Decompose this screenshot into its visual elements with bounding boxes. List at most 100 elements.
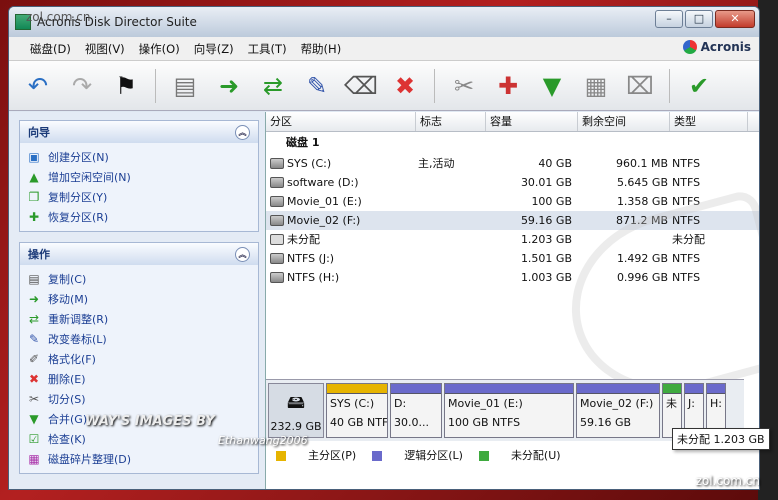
watermark-ways: WAY'S IMAGES BY: [85, 414, 215, 429]
sidebar-item-move[interactable]: ➜ 移动(M): [26, 289, 252, 309]
partition-flag: 主,活动: [418, 157, 455, 170]
hard-disk-icon: 🖴: [286, 392, 306, 413]
sidebar-item-recover-partition[interactable]: ✚ 恢复分区(R): [26, 207, 252, 227]
move-icon[interactable]: ⇄: [254, 67, 292, 105]
split-icon[interactable]: ✂: [445, 67, 483, 105]
legend-unallocated: 未分配(U): [478, 447, 561, 463]
col-free[interactable]: 剩余空间: [578, 112, 670, 131]
menu-wizards[interactable]: 向导(Z): [187, 41, 241, 57]
legend-swatch: [372, 451, 383, 461]
maximize-button[interactable]: □: [685, 10, 713, 28]
partition-flag: [416, 173, 492, 192]
legend-swatch: [478, 451, 489, 461]
segment-color-bar: [707, 384, 725, 394]
clean-icon[interactable]: ⌧: [621, 67, 659, 105]
menu-disk[interactable]: 磁盘(D): [23, 41, 78, 57]
resize-icon[interactable]: ➜: [210, 67, 248, 105]
sidebar-item-copy-partition[interactable]: ❐ 复制分区(Y): [26, 187, 252, 207]
sidebar-item-resize[interactable]: ⇄ 重新调整(R): [26, 309, 252, 329]
sidebar-item-copy[interactable]: ▤ 复制(C): [26, 269, 252, 289]
merge-icon: ▼: [29, 412, 39, 426]
legend-label: 未分配(U): [510, 449, 561, 462]
segment-line1: J:: [688, 397, 695, 410]
disk-summary[interactable]: 🖴 232.9 GB: [268, 383, 324, 438]
sidebar-item-create-partition[interactable]: ▣ 创建分区(N): [26, 147, 252, 167]
segment-c[interactable]: SYS (C:) 40 GB NTFS: [326, 383, 388, 438]
segment-color-bar: [327, 384, 387, 394]
sidebar-item-label: 移动(M): [48, 293, 89, 306]
undo-icon[interactable]: ↶: [19, 67, 57, 105]
segment-d[interactable]: D: 30.0...: [390, 383, 442, 438]
wizards-group: 向导 ︽ ▣ 创建分区(N) ▲ 增加空闲空间(N) ❐ 复制分区(Y) ✚ 恢复分区(…: [19, 120, 259, 232]
minimize-button[interactable]: –: [655, 10, 683, 28]
redo-icon[interactable]: ↷: [63, 67, 101, 105]
menu-operations[interactable]: 操作(O): [132, 41, 187, 57]
create-partition-icon: ▣: [28, 150, 40, 164]
segment-line1: 未: [666, 397, 677, 410]
partition-name: software (D:): [287, 176, 359, 189]
segment-f[interactable]: Movie_02 (F:) 59.16 GB: [576, 383, 660, 438]
format-icon: ✐: [28, 352, 40, 366]
delete-icon[interactable]: ✖: [386, 67, 424, 105]
partition-free: 5.645 GB: [616, 176, 668, 189]
segment-color-bar: [391, 384, 441, 394]
menu-tools[interactable]: 工具(T): [241, 41, 294, 57]
operations-header[interactable]: 操作 ︽: [20, 243, 258, 265]
disk-label[interactable]: 磁盘 1: [266, 132, 759, 154]
segment-color-bar: [577, 384, 659, 394]
label-icon: ✎: [28, 332, 40, 346]
sidebar-item-add-space[interactable]: ▲ 增加空闲空间(N): [26, 167, 252, 187]
sidebar-item-split[interactable]: ✂ 切分(S): [26, 389, 252, 409]
sidebar-item-label[interactable]: ✎ 改变卷标(L): [26, 329, 252, 349]
wizards-header[interactable]: 向导 ︽: [20, 121, 258, 143]
close-button[interactable]: ✕: [715, 10, 755, 28]
col-partition[interactable]: 分区: [266, 112, 416, 131]
commit-flag-icon[interactable]: ⚑: [107, 67, 145, 105]
format-icon[interactable]: ⌫: [342, 67, 380, 105]
split-icon: ✂: [28, 392, 40, 406]
partition-type: NTFS: [672, 157, 701, 170]
apply-icon[interactable]: ✔: [680, 67, 718, 105]
sidebar-item-delete[interactable]: ✖ 删除(E): [26, 369, 252, 389]
disk-size: 232.9 GB: [270, 420, 322, 433]
col-type[interactable]: 类型: [670, 112, 748, 131]
change-label-icon[interactable]: ✎: [298, 67, 336, 105]
partition-flag: [416, 249, 492, 268]
partition-capacity: 1.003 GB: [520, 271, 572, 284]
partition-capacity: 100 GB: [531, 195, 572, 208]
drive-icon: [270, 158, 284, 169]
legend-primary: 主分区(P): [276, 447, 356, 463]
content-area: 向导 ︽ ▣ 创建分区(N) ▲ 增加空闲空间(N) ❐ 复制分区(Y) ✚ 恢复分区(…: [9, 112, 759, 489]
sidebar-item-text: 合并(G): [48, 413, 88, 426]
drive-icon: [270, 215, 284, 226]
sidebar-item-format[interactable]: ✐ 格式化(F): [26, 349, 252, 369]
partition-flag: [416, 192, 492, 211]
segment-e[interactable]: Movie_01 (E:) 100 GB NTFS: [444, 383, 574, 438]
table-row[interactable]: software (D:) 30.01 GB 5.645 GB NTFS: [266, 173, 759, 192]
sidebar-item-label: 创建分区(N): [48, 151, 109, 164]
check-icon[interactable]: ▼: [533, 67, 571, 105]
toolbar: ↶ ↷ ⚑ ▤ ➜ ⇄ ✎ ⌫ ✖ ✂ ✚ ▼ ▦ ⌧ ✔: [9, 61, 759, 111]
col-capacity[interactable]: 容量: [486, 112, 578, 131]
wizards-title: 向导: [28, 126, 50, 139]
segment-color-bar: [685, 384, 703, 394]
sidebar-item-label: 复制(C): [48, 273, 87, 286]
table-row[interactable]: SYS (C:) 主,活动 40 GB 960.1 MB NTFS: [266, 154, 759, 173]
brand-logo: Acronis: [682, 40, 751, 54]
collapse-icon[interactable]: ︽: [235, 124, 250, 140]
merge-icon[interactable]: ✚: [489, 67, 527, 105]
menu-help[interactable]: 帮助(H): [294, 41, 349, 57]
watermark-author: Ethanwang2006: [218, 434, 308, 447]
collapse-icon[interactable]: ︽: [235, 246, 250, 262]
col-flag[interactable]: 标志: [416, 112, 486, 131]
toolbar-separator: [669, 68, 670, 103]
partition-capacity: 40 GB: [538, 157, 572, 170]
menu-view[interactable]: 视图(V): [78, 41, 132, 57]
segment-line1: H:: [710, 397, 722, 410]
resize-icon: ⇄: [28, 312, 40, 326]
tooltip: 未分配 1.203 GB: [672, 428, 770, 450]
add-space-icon: ▲: [29, 170, 39, 184]
defrag-icon[interactable]: ▦: [577, 67, 615, 105]
sidebar-item-defrag[interactable]: ▦ 磁盘碎片整理(D): [26, 449, 252, 469]
create-partition-icon[interactable]: ▤: [166, 67, 204, 105]
